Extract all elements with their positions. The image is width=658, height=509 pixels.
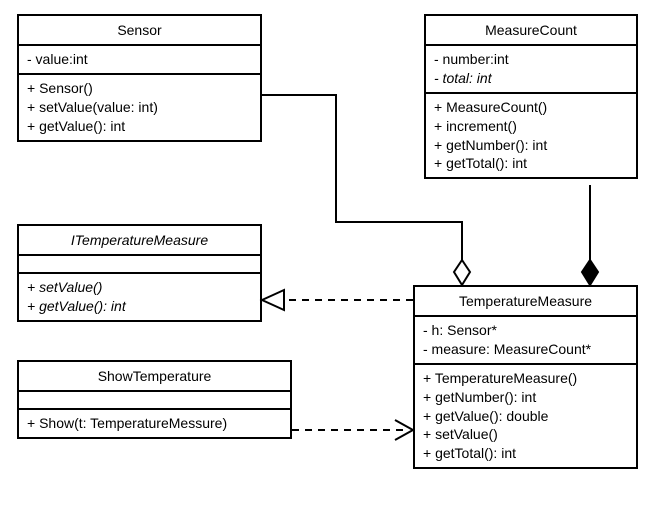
dependency-showtemperature-temperature [292,420,413,440]
op-row: + getTotal(): int [434,154,628,173]
op-row: + getValue(): int [27,297,252,316]
open-arrow-icon [395,420,413,440]
class-sensor-title: Sensor [19,16,260,46]
class-measure-count-title: MeasureCount [426,16,636,46]
class-i-temperature-measure-attrs [19,256,260,274]
op-row: + setValue(value: int) [27,98,252,117]
class-measure-count-ops: + MeasureCount() + increment() + getNumb… [426,94,636,178]
filled-diamond-icon [582,260,598,285]
class-measure-count: MeasureCount - number:int - total: int +… [424,14,638,179]
class-show-temperature-ops: + Show(t: TemperatureMessure) [19,410,290,437]
class-sensor: Sensor - value:int + Sensor() + setValue… [17,14,262,142]
hollow-diamond-icon [454,260,470,285]
op-row: + setValue() [27,278,252,297]
realization-temperature-interface [262,290,413,310]
class-i-temperature-measure-ops: + setValue() + getValue(): int [19,274,260,320]
composition-measurecount-temperature [582,185,598,285]
op-row: + increment() [434,117,628,136]
class-temperature-measure-attrs: - h: Sensor* - measure: MeasureCount* [415,317,636,365]
op-row: + getValue(): int [27,117,252,136]
hollow-triangle-icon [262,290,284,310]
op-row: + Show(t: TemperatureMessure) [27,414,282,433]
op-row: + getNumber(): int [423,388,628,407]
class-show-temperature: ShowTemperature + Show(t: TemperatureMes… [17,360,292,439]
class-sensor-attrs: - value:int [19,46,260,75]
class-temperature-measure-title: TemperatureMeasure [415,287,636,317]
op-row: + getValue(): double [423,407,628,426]
class-show-temperature-title: ShowTemperature [19,362,290,392]
op-row: + getTotal(): int [423,444,628,463]
op-row: + setValue() [423,425,628,444]
class-sensor-ops: + Sensor() + setValue(value: int) + getV… [19,75,260,140]
class-temperature-measure: TemperatureMeasure - h: Sensor* - measur… [413,285,638,469]
attr-row: - h: Sensor* [423,321,628,340]
class-temperature-measure-ops: + TemperatureMeasure() + getNumber(): in… [415,365,636,467]
class-i-temperature-measure: ITemperatureMeasure + setValue() + getVa… [17,224,262,322]
attr-row: - number:int [434,50,628,69]
attr-row: - measure: MeasureCount* [423,340,628,359]
attr-row: - total: int [434,69,628,88]
class-measure-count-attrs: - number:int - total: int [426,46,636,94]
op-row: + Sensor() [27,79,252,98]
attr-row: - value:int [27,50,252,69]
op-row: + TemperatureMeasure() [423,369,628,388]
op-row: + getNumber(): int [434,136,628,155]
class-show-temperature-attrs [19,392,290,410]
class-i-temperature-measure-title: ITemperatureMeasure [19,226,260,256]
op-row: + MeasureCount() [434,98,628,117]
